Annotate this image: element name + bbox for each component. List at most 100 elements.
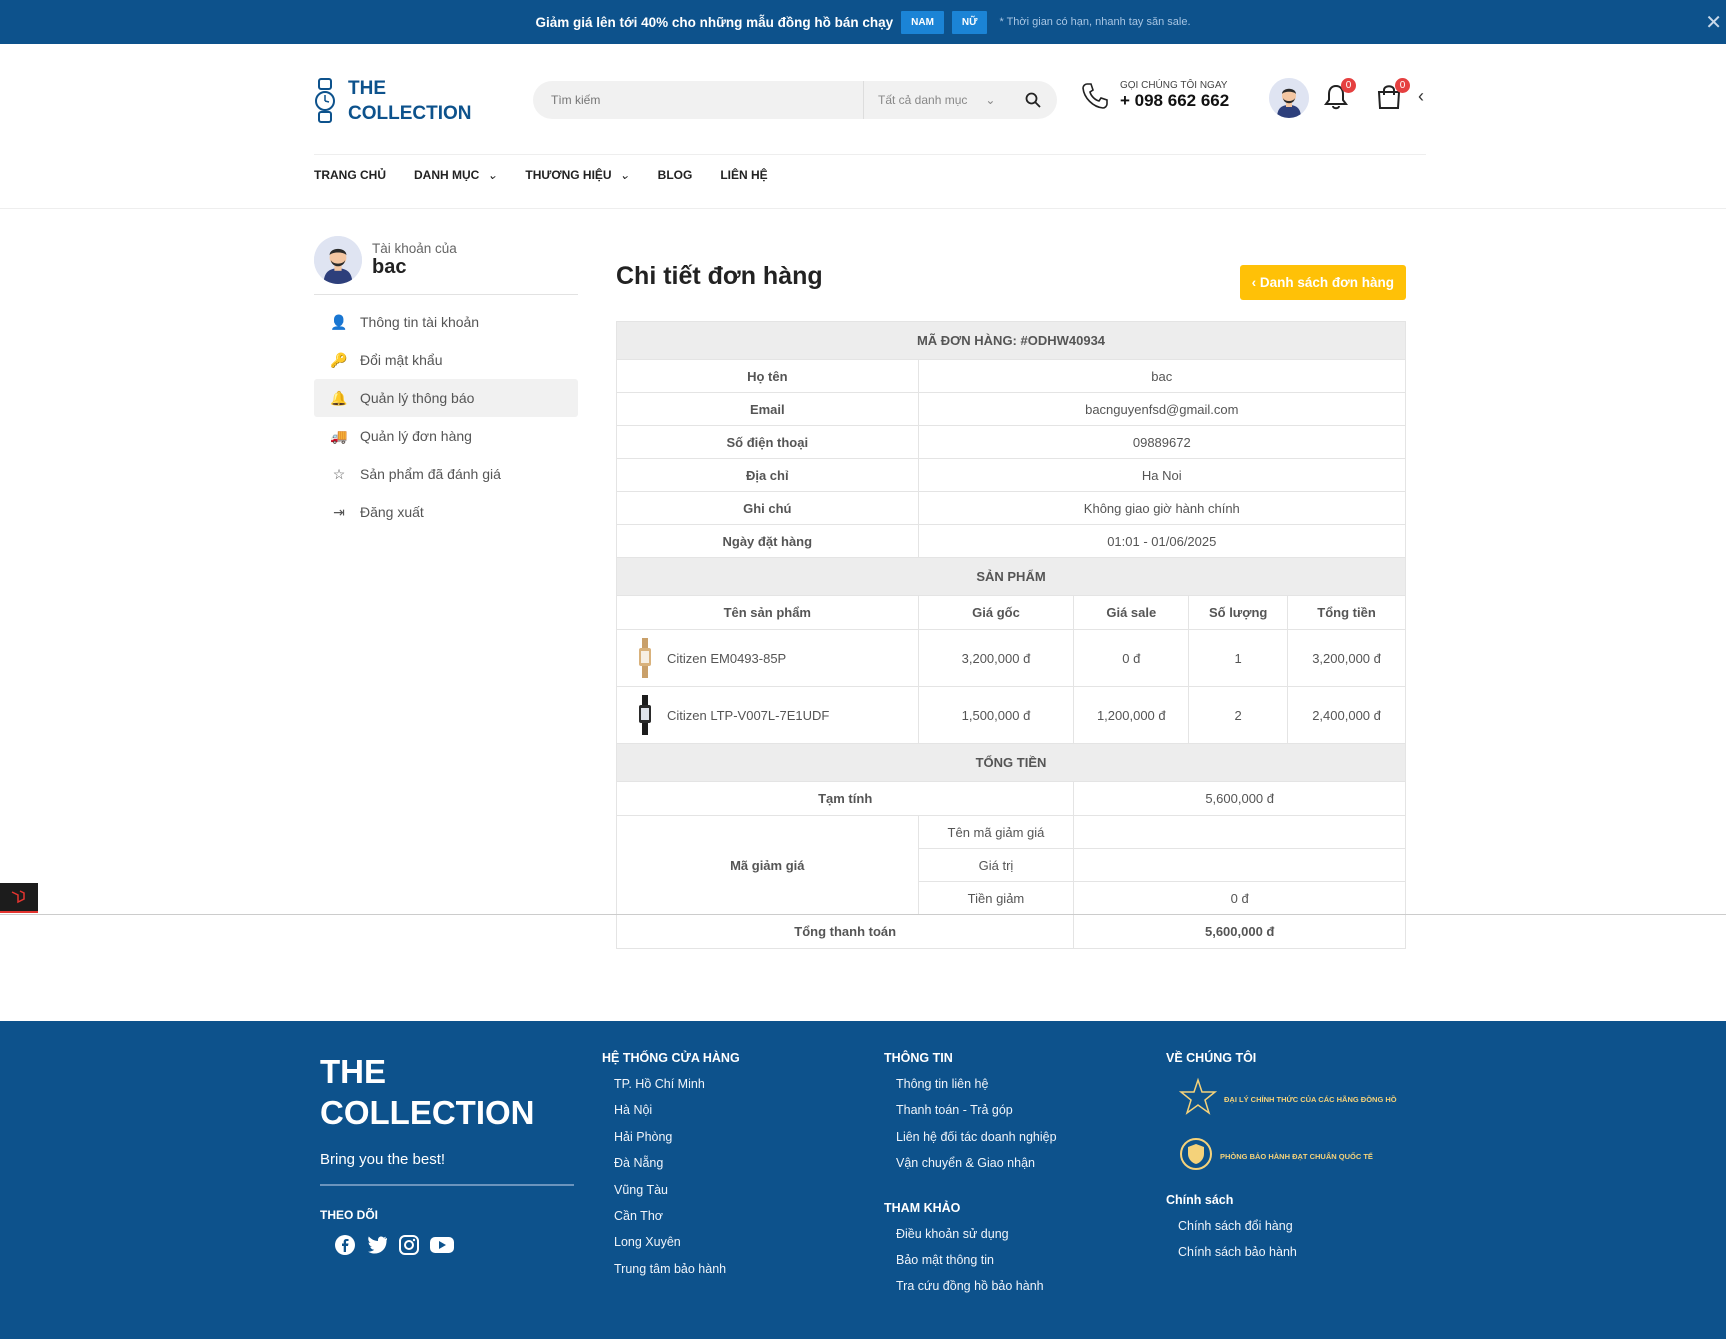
certificate-dealer: ĐẠI LÝ CHÍNH THỨC CỦA CÁC HÃNG ĐỒNG HỒ <box>1178 1077 1397 1122</box>
category-label: Tất cả danh mục <box>878 93 968 107</box>
category-select[interactable]: Tất cả danh mục ⌄ <box>863 81 1013 119</box>
promo-text: Giảm giá lên tới 40% cho những mẫu đồng … <box>535 14 894 30</box>
info-label: Địa chỉ <box>616 458 919 492</box>
store-link[interactable]: Cần Thơ <box>614 1209 740 1235</box>
chevron-down-icon: ⌄ <box>985 93 996 107</box>
menu-reviewed-products[interactable]: ☆ Sản phẩm đã đánh giá <box>314 455 578 493</box>
product-sale: 1,200,000 đ <box>1073 686 1190 744</box>
store-link[interactable]: Đà Nẵng <box>614 1156 740 1182</box>
nav-category[interactable]: DANH MỤC ⌄ <box>414 168 497 182</box>
footer-brand-line1: THE <box>320 1053 386 1090</box>
menu-notifications[interactable]: 🔔 Quản lý thông báo <box>314 379 578 417</box>
footer-brand: THE COLLECTION Bring you the best! THEO D… <box>320 1051 574 1261</box>
info-value: 01:01 - 01/06/2025 <box>917 524 1407 558</box>
nav-brand[interactable]: THƯƠNG HIỆU ⌄ <box>525 168 629 182</box>
store-link[interactable]: Vũng Tàu <box>614 1183 740 1209</box>
order-list-button[interactable]: ‹ Danh sách đơn hàng <box>1239 265 1406 300</box>
notification-count: 0 <box>1341 78 1356 93</box>
nav-home[interactable]: TRANG CHỦ <box>314 168 386 182</box>
info-link[interactable]: Thanh toán - Trả góp <box>896 1103 1057 1129</box>
totals-header: TỔNG TIỀN <box>616 743 1406 782</box>
reference-link[interactable]: Tra cứu đồng hồ bảo hành <box>896 1279 1057 1305</box>
close-icon[interactable]: ✕ <box>1705 10 1722 35</box>
info-link[interactable]: Vận chuyển & Giao nhận <box>896 1156 1057 1182</box>
chevron-left-icon: ‹ <box>1251 275 1260 290</box>
grand-total-value: 5,600,000 đ <box>1073 914 1406 949</box>
facebook-icon[interactable] <box>334 1234 356 1261</box>
promo-bar: Giảm giá lên tới 40% cho những mẫu đồng … <box>0 0 1726 44</box>
main-nav: TRANG CHỦ DANH MỤC ⌄ THƯƠNG HIỆU ⌄ BLOG LI… <box>314 168 796 182</box>
product-price: 1,500,000 đ <box>917 686 1075 744</box>
store-link[interactable]: Hà Nội <box>614 1103 740 1129</box>
discount-row-value <box>1073 848 1406 882</box>
chevron-down-icon: ⌄ <box>487 168 498 182</box>
bell-icon: 🔔 <box>330 389 348 406</box>
table-row: Citizen EM0493-85P 3,200,000 đ 0 đ 1 3,2… <box>616 629 1406 687</box>
policy-link[interactable]: Chính sách bảo hành <box>1178 1245 1397 1271</box>
search-button[interactable] <box>1013 92 1053 108</box>
product-qty: 1 <box>1188 629 1289 687</box>
menu-logout[interactable]: ⇥ Đăng xuất <box>314 493 578 531</box>
star-icon: ☆ <box>332 465 346 482</box>
star-icon <box>1178 1077 1218 1122</box>
logo-line2: COLLECTION <box>348 103 472 124</box>
menu-account-info[interactable]: 👤 Thông tin tài khoản <box>314 303 578 341</box>
product-image <box>639 638 651 678</box>
tag-nam[interactable]: NAM <box>901 10 944 34</box>
policy-link[interactable]: Chính sách đổi hàng <box>1178 1219 1397 1245</box>
avatar <box>314 236 362 284</box>
product-qty: 2 <box>1188 686 1289 744</box>
footer-about: VỀ CHÚNG TÔI ĐẠI LÝ CHÍNH THỨC CỦA CÁC H… <box>1166 1051 1397 1272</box>
search-input[interactable] <box>533 93 863 107</box>
certificate-warranty-text: PHÒNG BẢO HÀNH ĐẠT CHUẨN QUỐC TẾ <box>1220 1151 1373 1161</box>
store-link[interactable]: Hải Phòng <box>614 1130 740 1156</box>
col-header: Giá sale <box>1073 595 1190 630</box>
youtube-icon[interactable] <box>429 1234 455 1261</box>
menu-orders[interactable]: 🚚 Quản lý đơn hàng <box>314 417 578 455</box>
grand-total-label: Tổng thanh toán <box>615 914 1075 949</box>
store-link[interactable]: Trung tâm bảo hành <box>614 1262 740 1288</box>
instagram-icon[interactable] <box>398 1234 420 1261</box>
subtotal-value: 5,600,000 đ <box>1073 781 1406 816</box>
logo[interactable]: THE COLLECTION <box>314 76 472 126</box>
account-label: Tài khoản của <box>372 241 457 256</box>
col-header: Số lượng <box>1188 595 1289 630</box>
hotline[interactable]: GỌI CHÚNG TÔI NGAY + 098 662 662 <box>1080 80 1229 111</box>
product-name[interactable]: Citizen EM0493-85P <box>667 651 786 666</box>
discount-row-value: 0 đ <box>1073 881 1406 915</box>
about-title: VỀ CHÚNG TÔI <box>1166 1051 1257 1065</box>
store-link[interactable]: Long Xuyên <box>614 1235 740 1261</box>
notification-button[interactable]: 0 <box>1324 78 1356 115</box>
key-icon: 🔑 <box>330 351 348 368</box>
info-link[interactable]: Thông tin liên hệ <box>896 1077 1057 1103</box>
discount-row-label: Tiền giảm <box>917 881 1075 915</box>
col-header: Giá gốc <box>917 595 1075 630</box>
product-total: 3,200,000 đ <box>1287 629 1406 687</box>
promo-note: * Thời gian có hạn, nhanh tay săn sale. <box>999 16 1191 28</box>
search-bar: Tất cả danh mục ⌄ <box>533 81 1057 119</box>
store-link[interactable]: TP. Hồ Chí Minh <box>614 1077 740 1103</box>
tag-nu[interactable]: NỮ <box>951 10 988 34</box>
cart-button[interactable]: 0 <box>1376 78 1410 115</box>
nav-blog[interactable]: BLOG <box>658 168 693 182</box>
user-avatar[interactable] <box>1269 78 1309 118</box>
product-sale: 0 đ <box>1073 629 1190 687</box>
product-name[interactable]: Citizen LTP-V007L-7E1UDF <box>667 708 829 723</box>
chevron-left-icon[interactable]: ‹ <box>1418 86 1424 107</box>
twitter-icon[interactable] <box>365 1234 389 1261</box>
info-link[interactable]: Liên hệ đối tác doanh nghiệp <box>896 1130 1057 1156</box>
menu-change-password[interactable]: 🔑 Đổi mật khẩu <box>314 341 578 379</box>
account-menu: 👤 Thông tin tài khoản 🔑 Đổi mật khẩu 🔔 Quản… <box>314 303 578 531</box>
stores-title: HỆ THỐNG CỬA HÀNG <box>602 1051 740 1065</box>
reference-link[interactable]: Bảo mật thông tin <box>896 1253 1057 1279</box>
product-price: 3,200,000 đ <box>917 629 1075 687</box>
site-header: THE COLLECTION Tất cả danh mục ⌄ GỌI CHÚNG… <box>314 44 1426 154</box>
order-table: MÃ ĐƠN HÀNG: #ODHW40934 Họ tên bac Email b… <box>615 321 1407 949</box>
discount-row-value <box>1073 815 1406 849</box>
laravel-debug-icon[interactable] <box>0 883 38 913</box>
nav-contact[interactable]: LIÊN HỆ <box>720 168 767 182</box>
certificate-dealer-text: ĐẠI LÝ CHÍNH THỨC CỦA CÁC HÃNG ĐỒNG HỒ <box>1224 1094 1397 1104</box>
reference-link[interactable]: Điều khoản sử dụng <box>896 1227 1057 1253</box>
policy-title: Chính sách <box>1166 1193 1234 1207</box>
social-links <box>334 1234 574 1261</box>
